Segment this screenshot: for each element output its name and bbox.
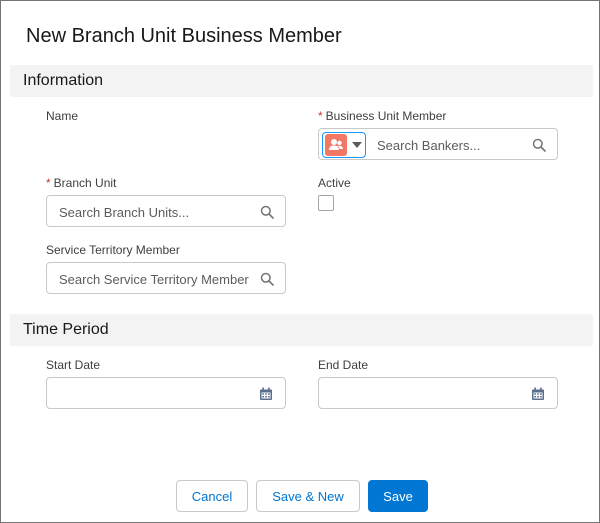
calendar-icon[interactable] — [531, 387, 545, 401]
business-unit-member-lookup[interactable]: Search Bankers... — [318, 128, 558, 160]
service-territory-member-placeholder: Search Service Territory Member — [59, 272, 249, 287]
branch-unit-placeholder: Search Branch Units... — [59, 205, 190, 220]
section-time-period-title: Time Period — [23, 321, 109, 338]
business-unit-member-label-text: Business Unit Member — [325, 109, 447, 123]
branch-unit-label-text: Branch Unit — [53, 176, 117, 190]
service-territory-member-lookup[interactable]: Search Service Territory Member — [46, 262, 286, 294]
chevron-down-icon — [352, 142, 362, 148]
branch-unit-lookup[interactable]: Search Branch Units... — [46, 195, 286, 227]
object-switcher-button[interactable] — [322, 132, 366, 158]
user-group-icon — [325, 134, 347, 156]
required-marker: * — [318, 109, 323, 123]
branch-unit-label: * Branch Unit — [46, 176, 116, 190]
end-date-label: End Date — [318, 358, 369, 372]
active-checkbox[interactable] — [318, 195, 334, 211]
business-unit-member-placeholder: Search Bankers... — [377, 138, 481, 153]
start-date-label: Start Date — [46, 358, 101, 372]
section-information[interactable]: Information — [10, 65, 593, 97]
active-label: Active — [318, 176, 351, 190]
end-date-input[interactable] — [318, 377, 558, 409]
section-time-period[interactable]: Time Period — [10, 314, 593, 346]
name-label: Name — [46, 109, 79, 123]
modal-title: New Branch Unit Business Member — [26, 25, 342, 47]
service-territory-member-label: Service Territory Member — [46, 243, 180, 257]
search-icon — [260, 272, 274, 286]
section-information-title: Information — [23, 72, 104, 89]
start-date-input[interactable] — [46, 377, 286, 409]
modal-footer: Cancel Save & New Save — [1, 464, 599, 522]
search-icon — [532, 138, 546, 152]
required-marker: * — [46, 176, 51, 190]
cancel-button[interactable]: Cancel — [176, 480, 248, 512]
new-record-modal: New Branch Unit Business Member Informat… — [0, 0, 600, 523]
search-icon — [260, 205, 274, 219]
save-and-new-button[interactable]: Save & New — [256, 480, 360, 512]
business-unit-member-label: * Business Unit Member — [318, 109, 446, 123]
save-button[interactable]: Save — [368, 480, 428, 512]
calendar-icon[interactable] — [259, 387, 273, 401]
